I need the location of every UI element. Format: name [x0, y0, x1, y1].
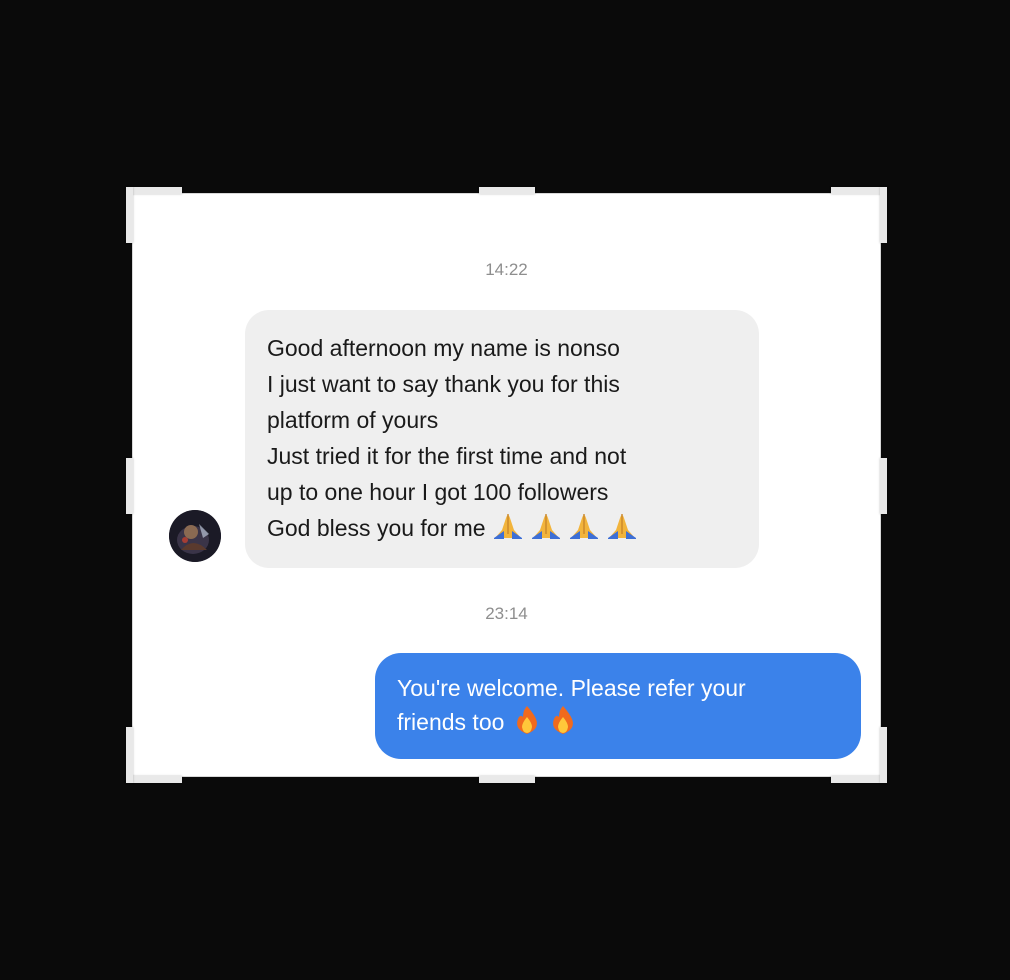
crop-handle-top[interactable] [479, 187, 535, 194]
praying-hands-icon [606, 510, 638, 550]
incoming-message-bubble[interactable]: Good afternoon my name is nonso I just w… [245, 310, 759, 568]
timestamp: 14:22 [485, 260, 528, 279]
message-line: Good afternoon my name is nonso [267, 335, 620, 361]
praying-hands-icon [568, 510, 600, 550]
message-line: I just want to say thank you for this [267, 371, 620, 397]
fire-icon [550, 705, 576, 744]
message-line-text: friends too [397, 709, 505, 735]
praying-hands-icon [530, 510, 562, 550]
fire-emoji-group [504, 706, 576, 735]
chat-crop-frame: 14:22 Good afternoon my name is nonso I … [133, 194, 880, 776]
crop-handle-bottom[interactable] [479, 776, 535, 783]
user-avatar-image [169, 510, 221, 562]
message-line: up to one hour I got 100 followers [267, 479, 609, 505]
screenshot-stage: 14:22 Good afternoon my name is nonso I … [0, 0, 1010, 980]
praying-hands-icon [492, 510, 524, 550]
avatar[interactable] [169, 510, 221, 562]
crop-handle-right[interactable] [880, 458, 887, 514]
message-line: You're welcome. Please refer your [397, 675, 746, 701]
fire-icon [514, 705, 540, 744]
message-line: Just tried it for the first time and not [267, 443, 627, 469]
message-line-text: God bless you for me [267, 515, 486, 541]
crop-handle-left[interactable] [126, 458, 133, 514]
message-line: platform of yours [267, 407, 439, 433]
message-line-last: God bless you for me [267, 510, 737, 550]
praying-hands-emoji-group [486, 514, 638, 541]
timestamp: 23:14 [485, 604, 528, 623]
outgoing-message-bubble[interactable]: You're welcome. Please refer your friend… [375, 653, 861, 759]
message-line-last: friends too [397, 705, 839, 744]
